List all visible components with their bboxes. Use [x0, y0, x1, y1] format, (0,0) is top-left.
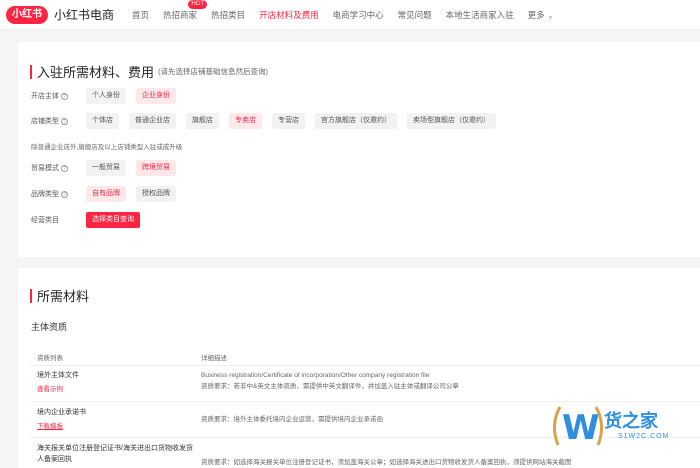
chevron-down-icon: ⌄	[547, 12, 554, 20]
view-example-link[interactable]: 查看示例	[37, 383, 63, 393]
option-general-trade[interactable]: 一般贸易	[86, 160, 126, 176]
nav-home[interactable]: 首页	[132, 9, 149, 21]
title-accent-bar	[30, 288, 32, 303]
option-enterprise[interactable]: 企业身份	[136, 88, 176, 104]
help-icon[interactable]: ?	[61, 92, 68, 100]
nav-learning-center[interactable]: 电商学习中心	[333, 9, 384, 21]
row-name: 境内企业承诺书	[37, 409, 86, 416]
option-specialty-store[interactable]: 专营店	[272, 113, 305, 129]
label-brand-type-text: 品牌类型	[31, 191, 59, 198]
row-desc-line-1: Business registration/Certificate of inc…	[201, 372, 430, 379]
option-enterprise-store[interactable]: 普通企业店	[129, 113, 176, 129]
main-nav: 首页 热招商家 HOT 热招类目 开店材料及费用 电商学习中心 常见问题 本地生…	[132, 0, 568, 21]
help-icon[interactable]: ?	[61, 164, 68, 172]
option-flagship-store[interactable]: 旗舰店	[186, 113, 219, 129]
label-store-type-text: 店铺类型	[31, 118, 59, 125]
title-accent-bar	[30, 64, 32, 79]
label-trade-mode-text: 贸易模式	[31, 165, 59, 172]
nav-hot-merchants-label: 热招商家	[163, 9, 198, 20]
row-trade-mode: 贸易模式? 一般贸易 跨境贸易	[31, 160, 186, 176]
nav-local-life[interactable]: 本地生活商家入驻	[446, 9, 514, 21]
label-subject: 开店主体?	[31, 91, 86, 101]
select-category-button[interactable]: 选择类目查询	[86, 212, 140, 228]
nav-hot-categories[interactable]: 热招类目	[211, 9, 245, 21]
subject-qualification-title: 主体资质	[31, 322, 68, 332]
row-name: 境外主体文件	[37, 372, 79, 379]
table-header: 资质列表 详细描述	[31, 346, 700, 366]
nav-hot-merchants[interactable]: 热招商家 HOT	[163, 0, 208, 21]
nav-more[interactable]: 更多 ⌄	[528, 9, 554, 21]
watermark-logo: W 货之家 S1W2C.COM	[548, 395, 698, 465]
store-type-tip: 除普通企业店外,旗舰店及以上店铺类型入驻或成升级	[31, 144, 183, 151]
row-category: 经营类目 选择类目查询	[31, 212, 140, 228]
watermark-subtext: S1W2C.COM	[618, 433, 670, 440]
nav-materials-fees[interactable]: 开店材料及费用	[259, 9, 319, 21]
hot-badge: HOT	[188, 0, 208, 9]
watermark-text: 货之家	[604, 411, 658, 432]
row-subject: 开店主体? 个人身份 企业身份	[31, 88, 186, 104]
option-exclusive-store[interactable]: 专卖店	[229, 113, 262, 129]
label-trade-mode: 贸易模式?	[31, 163, 86, 173]
option-cross-border[interactable]: 跨境贸易	[136, 160, 176, 176]
row-brand-type: 品牌类型? 自有品牌 授权品牌	[31, 186, 186, 202]
option-personal[interactable]: 个人身份	[86, 88, 126, 104]
label-store-type: 店铺类型?	[31, 116, 86, 126]
column-header-desc: 详细描述	[201, 355, 227, 362]
entry-fees-card: 入驻所需材料、费用 (请先选择店铺基础信息然后查询) 开店主体? 个人身份 企业…	[18, 42, 700, 257]
row-name: 海关报关单位注册登记证书/海关进出口货物收发货人备案回执	[37, 445, 193, 463]
nav-more-label: 更多	[527, 9, 545, 20]
section-title-text: 所需材料	[37, 289, 90, 304]
section-note: (请先选择店铺基础信息然后查询)	[158, 67, 269, 76]
nav-faq[interactable]: 常见问题	[398, 9, 432, 21]
section-title-materials: 所需材料	[30, 286, 89, 305]
row-desc-line-2: 资质要求：若非中&英文主体资质，需提供中英文翻译件，并加盖入驻主体或翻译公司公章	[201, 383, 459, 390]
option-official-flagship[interactable]: 官方旗舰店（仅邀约）	[315, 113, 397, 129]
help-icon[interactable]: ?	[61, 190, 68, 198]
row-desc-line-1: 资质要求：境外主体委托境内企业运营，需提供境内企业承诺函	[201, 416, 383, 423]
option-licensed-brand[interactable]: 授权品牌	[136, 186, 176, 202]
option-mall-flagship[interactable]: 卖场型旗舰店（仅邀约）	[407, 113, 496, 129]
option-individual-store[interactable]: 个体店	[86, 113, 119, 129]
top-navigation-bar: 小红书 小红书电商 首页 热招商家 HOT 热招类目 开店材料及费用 电商学习中…	[0, 0, 700, 30]
row-desc-line-1: 资质要求：如选择海关报关单位注册登记证书，须加盖海关公章；如选择海关进出口货物收…	[201, 459, 572, 466]
section-title-fees: 入驻所需材料、费用 (请先选择店铺基础信息然后查询)	[30, 62, 268, 81]
option-own-brand[interactable]: 自有品牌	[86, 186, 126, 202]
label-category: 经营类目	[31, 217, 59, 224]
label-subject-text: 开店主体	[31, 93, 59, 100]
xiaohongshu-logo[interactable]: 小红书	[6, 5, 48, 24]
svg-text:W: W	[562, 408, 600, 448]
wheat-icon: W	[553, 406, 603, 448]
help-icon[interactable]: ?	[61, 117, 68, 125]
section-title-text: 入驻所需材料、费用	[37, 65, 155, 80]
column-header-list: 资质列表	[37, 355, 63, 362]
download-template-link[interactable]: 下载模板	[37, 420, 63, 430]
row-store-type: 店铺类型? 个体店 普通企业店 旗舰店 专卖店 专营店 官方旗舰店（仅邀约） 卖…	[31, 113, 506, 129]
site-title[interactable]: 小红书电商	[54, 6, 114, 23]
label-brand-type: 品牌类型?	[31, 189, 86, 199]
